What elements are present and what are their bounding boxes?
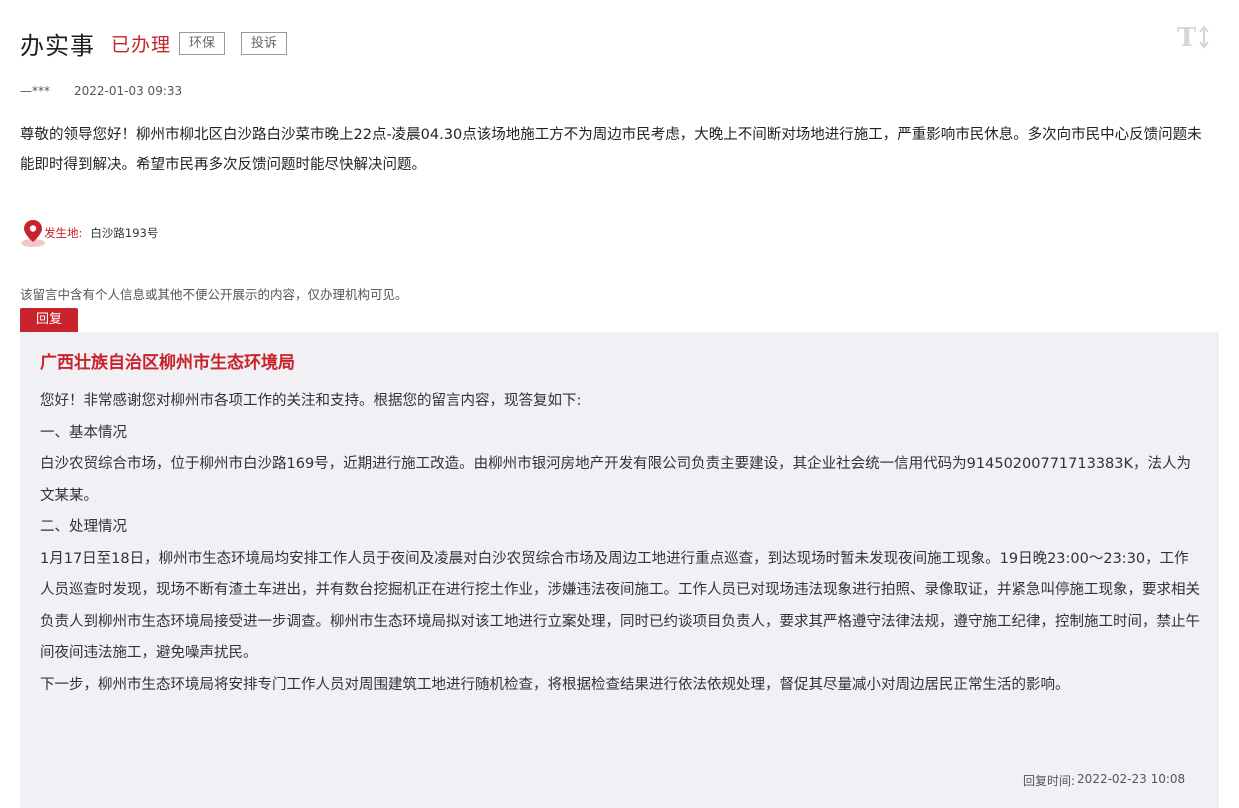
reply-time: 回复时间: 2022-02-23 10:08 — [1023, 772, 1185, 789]
privacy-note: 该留言中含有个人信息或其他不便公开展示的内容，仅办理机构可见。 — [20, 287, 408, 302]
map-pin-icon — [20, 218, 46, 248]
reply-organization: 广西壮族自治区柳州市生态环境局 — [40, 353, 295, 373]
status-label: 已办理 — [111, 33, 172, 56]
message-date: 2022-01-03 09:33 — [74, 84, 183, 98]
author-name: —*** — [20, 84, 50, 98]
page: 办实事 已办理 环保 投诉 T —*** 2022-01-03 09:33 尊敬… — [0, 0, 1239, 808]
reply-body: 您好！非常感谢您对柳州市各项工作的关注和支持。根据您的留言内容，现答复如下: 一… — [40, 386, 1200, 701]
reply-time-value: 2022-02-23 10:08 — [1077, 772, 1186, 786]
reply-paragraph: 下一步，柳州市生态环境局将安排专门工作人员对周围建筑工地进行随机检查，将根据检查… — [40, 676, 1070, 693]
location-label: 发生地: — [44, 226, 83, 240]
tag-complaint[interactable]: 投诉 — [241, 31, 288, 55]
location-value: 白沙路193号 — [90, 226, 159, 240]
title-row: 办实事 已办理 环保 投诉 — [20, 26, 288, 60]
reply-paragraph: 二、处理情况 — [40, 519, 127, 535]
reply-paragraph: 您好！非常感谢您对柳州市各项工作的关注和支持。根据您的留言内容，现答复如下: — [40, 393, 582, 409]
message-meta: —*** 2022-01-03 09:33 — [20, 84, 182, 98]
font-size-icon[interactable]: T — [1176, 22, 1212, 53]
tag-environment[interactable]: 环保 — [179, 31, 226, 55]
message-body: 尊敬的领导您好！柳州市柳北区白沙路白沙菜市晚上22点-凌晨04.30点该场地施工… — [20, 127, 1202, 173]
reply-paragraph: 一、基本情况 — [40, 424, 127, 441]
reply-time-label: 回复时间: — [1023, 774, 1076, 788]
reply-paragraph: 1月17日至18日，柳州市生态环境局均安排工作人员于夜间及凌晨对白沙农贸综合市场… — [40, 550, 1200, 662]
page-title: 办实事 — [20, 31, 95, 60]
location-row: 发生地: 白沙路193号 — [20, 218, 158, 248]
svg-text:T: T — [1177, 23, 1197, 52]
reply-panel: 广西壮族自治区柳州市生态环境局 您好！非常感谢您对柳州市各项工作的关注和支持。根… — [20, 332, 1219, 808]
reply-tab[interactable]: 回复 — [20, 308, 78, 332]
reply-paragraph: 白沙农贸综合市场，位于柳州市白沙路169号，近期进行施工改造。由柳州市银河房地产… — [40, 456, 1192, 504]
